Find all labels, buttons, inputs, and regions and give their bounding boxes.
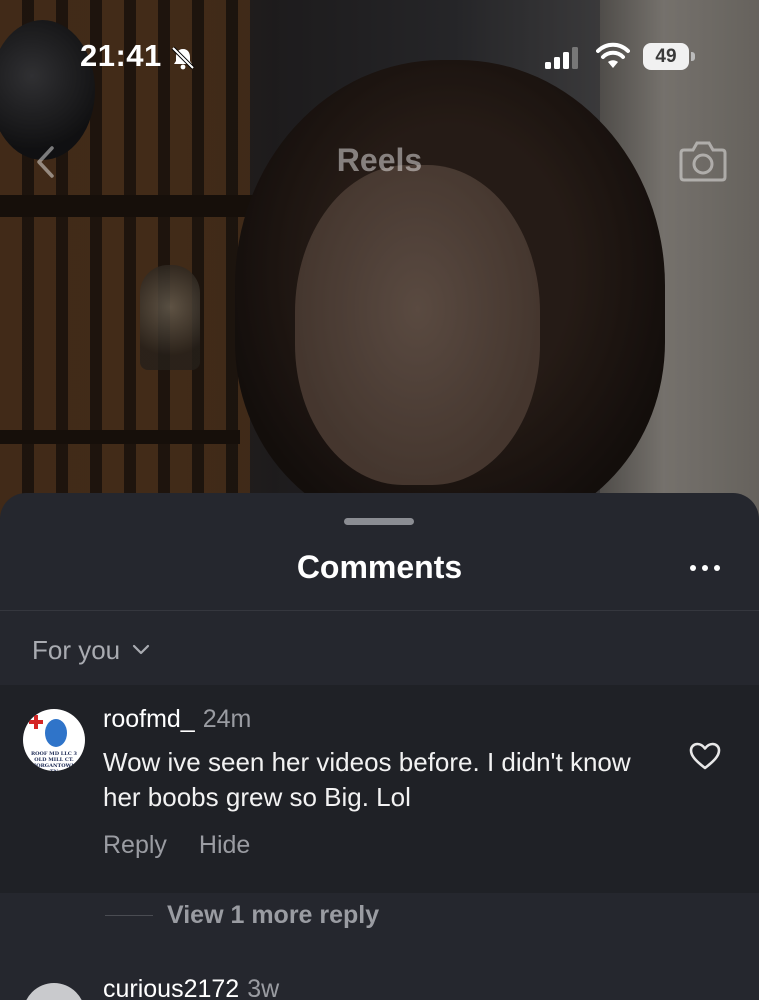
reply-connector-line <box>105 915 153 916</box>
view-more-replies-button[interactable]: View 1 more reply <box>105 901 379 930</box>
comment-username[interactable]: curious2172 <box>103 975 239 1000</box>
status-time: 21:41 <box>80 38 162 73</box>
cellular-signal-icon <box>545 47 578 69</box>
comment-timestamp: 3w <box>247 975 280 1000</box>
avatar-logo-text: ROOF MD LLC 3 OLD MILL CT. MORGANTOWN, T… <box>30 751 78 771</box>
chevron-down-icon <box>133 644 150 655</box>
sheet-drag-handle[interactable] <box>344 518 414 525</box>
avatar[interactable] <box>23 983 85 1000</box>
avatar[interactable]: ROOF MD LLC 3 OLD MILL CT. MORGANTOWN, T… <box>23 709 85 771</box>
comments-title: Comments <box>296 549 463 585</box>
comments-sheet: Comments For you ROOF MD LLC 3 OLD MILL … <box>0 493 759 1000</box>
heart-icon[interactable] <box>688 741 722 771</box>
bell-slash-icon <box>171 46 195 70</box>
page-title: Reels <box>336 142 423 178</box>
comment-username[interactable]: roofmd_ <box>103 705 195 733</box>
comment-text: Wow ive seen her videos before. I didn't… <box>103 747 631 812</box>
comment-author-line: roofmd_ 24m <box>103 705 251 734</box>
battery-icon: 49 <box>643 43 695 70</box>
medical-cross-icon <box>29 715 43 729</box>
divider <box>0 610 759 611</box>
sort-dropdown[interactable]: For you <box>32 633 150 667</box>
more-horizontal-icon[interactable] <box>688 557 722 577</box>
status-bar: 21:41 49 <box>0 0 759 110</box>
comment-timestamp: 24m <box>202 705 252 733</box>
sort-label: For you <box>32 634 121 665</box>
view-replies-label: View 1 more reply <box>167 901 380 929</box>
reply-button[interactable]: Reply <box>103 831 167 860</box>
camera-icon[interactable] <box>678 138 728 184</box>
wifi-icon <box>596 42 630 68</box>
battery-level: 49 <box>655 46 677 67</box>
hide-button[interactable]: Hide <box>199 831 250 860</box>
water-drop-mascot-icon <box>45 719 67 747</box>
comment-item[interactable]: ROOF MD LLC 3 OLD MILL CT. MORGANTOWN, T… <box>0 685 759 893</box>
comment-actions: Reply Hide <box>103 831 250 860</box>
comment-item[interactable]: curious2172 3w <box>0 973 759 1000</box>
comment-author-line: curious2172 3w <box>103 975 279 1000</box>
